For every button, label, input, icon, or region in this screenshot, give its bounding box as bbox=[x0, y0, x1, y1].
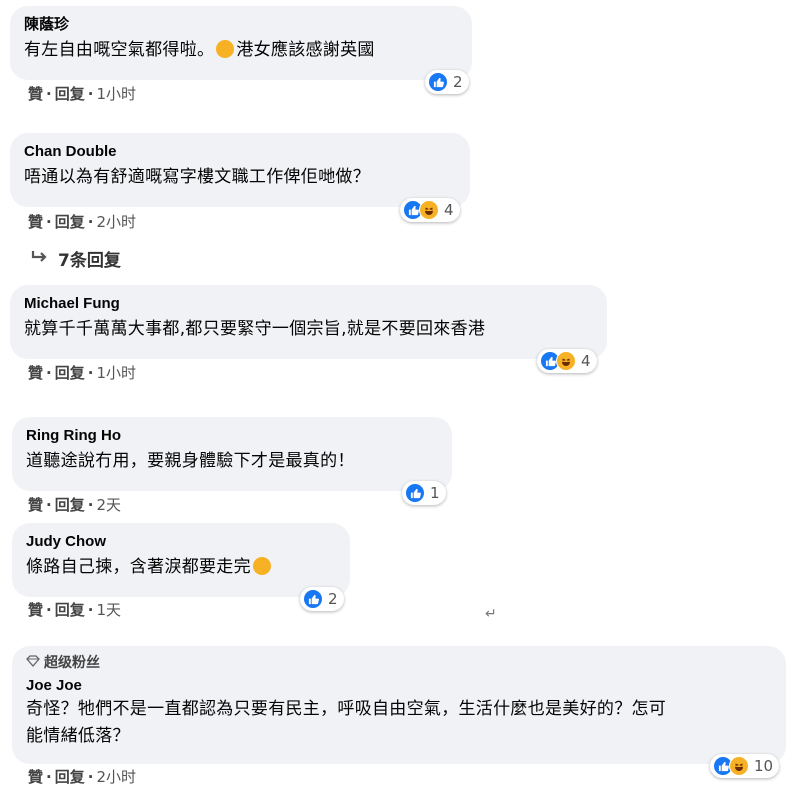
view-more-replies-button[interactable]: 7条回复 bbox=[30, 246, 121, 271]
reply-button[interactable]: 回复 bbox=[55, 213, 85, 231]
reaction-count: 4 bbox=[444, 201, 454, 219]
timestamp[interactable]: 2小时 bbox=[96, 213, 136, 231]
like-button[interactable]: 贊 bbox=[28, 601, 43, 619]
comment-bubble: 超级粉丝 Joe Joe 奇怪？牠們不是一直都認為只要有民主，呼吸自由空氣，生活… bbox=[12, 646, 786, 764]
top-fan-badge[interactable]: 超级粉丝 bbox=[26, 654, 772, 672]
comment-text: 道聽途說冇用，要親身體驗下才是最真的！ bbox=[26, 451, 355, 471]
comment-actions: 贊 · 回复 · 1小时 bbox=[28, 85, 136, 103]
thumbs-up-icon bbox=[428, 72, 448, 92]
comment-actions: 贊 · 回复 · 2小时 bbox=[28, 768, 136, 786]
diamond-icon bbox=[26, 654, 40, 672]
comment-bubble: 陳蔭珍 有左自由嘅空氣都得啦。 港女應該感謝英國 bbox=[10, 6, 472, 80]
comment-text: 唔通以為有舒適嘅寫字樓文職工作俾佢哋做？ bbox=[24, 167, 370, 187]
return-arrow-icon: ↵ bbox=[485, 606, 497, 622]
laughing-face-icon bbox=[729, 756, 749, 776]
reply-button[interactable]: 回复 bbox=[55, 364, 85, 382]
comment-bubble: Michael Fung 就算千千萬萬大事都,都只要緊守一個宗旨,就是不要回來香… bbox=[10, 285, 607, 359]
thumbs-up-icon bbox=[405, 483, 425, 503]
comment-bubble: Ring Ring Ho 道聽途說冇用，要親身體驗下才是最真的！ bbox=[12, 417, 452, 491]
reaction-count: 2 bbox=[328, 590, 338, 608]
comment-bubble: Judy Chow 條路自己揀，含著淚都要走完 bbox=[12, 523, 350, 597]
timestamp[interactable]: 1小时 bbox=[96, 364, 136, 382]
comment-text: 奇怪？牠們不是一直都認為只要有民主，呼吸自由空氣，生活什麼也是美好的？怎可 能情… bbox=[26, 699, 667, 746]
like-button[interactable]: 贊 bbox=[28, 85, 43, 103]
reactions-summary[interactable]: 10 bbox=[710, 754, 780, 778]
reactions-summary[interactable]: 4 bbox=[400, 198, 460, 222]
reply-button[interactable]: 回复 bbox=[55, 601, 85, 619]
comment-text: 條路自己揀，含著淚都要走完 bbox=[26, 554, 336, 581]
comment-author[interactable]: Chan Double bbox=[24, 142, 456, 162]
grinning-face-icon bbox=[216, 40, 235, 58]
comment-actions: 贊 · 回复 · 1小时 bbox=[28, 364, 136, 382]
comment-author[interactable]: Michael Fung bbox=[24, 294, 593, 314]
comment-author[interactable]: Joe Joe bbox=[26, 676, 772, 696]
comment-text: 就算千千萬萬大事都,都只要緊守一個宗旨,就是不要回來香港 bbox=[24, 319, 486, 339]
reactions-summary[interactable]: 2 bbox=[300, 587, 344, 611]
comment-text: 有左自由嘅空氣都得啦。 港女應該感謝英國 bbox=[24, 40, 375, 60]
reaction-count: 10 bbox=[754, 757, 774, 775]
comment-actions: 贊 · 回复 · 2天 bbox=[28, 496, 121, 514]
more-replies-label: 7条回复 bbox=[58, 251, 121, 271]
reactions-summary[interactable]: 4 bbox=[537, 349, 597, 373]
thumbs-up-icon bbox=[303, 589, 323, 609]
comment-author[interactable]: Ring Ring Ho bbox=[26, 426, 438, 446]
reply-button[interactable]: 回复 bbox=[55, 85, 85, 103]
comment-author[interactable]: 陳蔭珍 bbox=[24, 15, 458, 35]
timestamp[interactable]: 2小时 bbox=[96, 768, 136, 786]
reactions-summary[interactable]: 1 bbox=[402, 481, 446, 505]
like-button[interactable]: 贊 bbox=[28, 496, 43, 514]
laughing-face-icon bbox=[419, 200, 439, 220]
reaction-count: 4 bbox=[581, 352, 591, 370]
timestamp[interactable]: 1天 bbox=[96, 601, 121, 619]
reactions-summary[interactable]: 2 bbox=[425, 70, 469, 94]
timestamp[interactable]: 1小时 bbox=[96, 85, 136, 103]
reply-button[interactable]: 回复 bbox=[55, 496, 85, 514]
like-button[interactable]: 贊 bbox=[28, 364, 43, 382]
laughing-face-icon bbox=[556, 351, 576, 371]
rolling-laughing-icon bbox=[252, 557, 271, 575]
like-button[interactable]: 贊 bbox=[28, 768, 43, 786]
reply-arrow-icon bbox=[30, 248, 50, 269]
like-button[interactable]: 贊 bbox=[28, 213, 43, 231]
comment-actions: 贊 · 回复 · 2小时 bbox=[28, 213, 136, 231]
timestamp[interactable]: 2天 bbox=[96, 496, 121, 514]
reply-button[interactable]: 回复 bbox=[55, 768, 85, 786]
reaction-count: 2 bbox=[453, 73, 463, 91]
comment-bubble: Chan Double 唔通以為有舒適嘅寫字樓文職工作俾佢哋做？ bbox=[10, 133, 470, 207]
comment-actions: 贊 · 回复 · 1天 bbox=[28, 601, 121, 619]
reaction-count: 1 bbox=[430, 484, 440, 502]
comment-author[interactable]: Judy Chow bbox=[26, 532, 336, 552]
